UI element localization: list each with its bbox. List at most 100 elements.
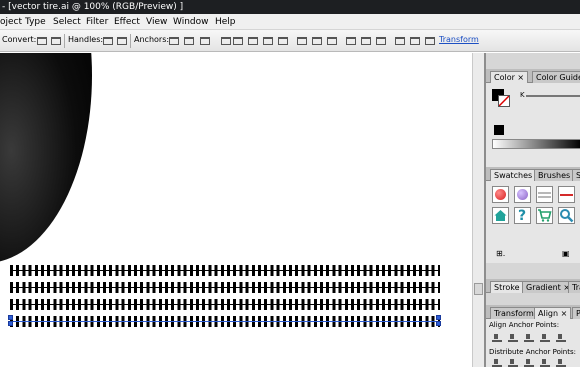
convert-to-corner-icon[interactable]: [36, 35, 47, 46]
stripes-icon[interactable]: [536, 186, 553, 203]
red-sphere-icon[interactable]: [492, 186, 509, 203]
show-handles-icon[interactable]: [102, 35, 113, 46]
swatches-panel: ? ⊞. ▣: [486, 181, 580, 263]
tab-brushes[interactable]: Brushes: [534, 169, 575, 181]
tab-color-guide[interactable]: Color Guide: [532, 71, 580, 83]
distribute-anchor-bottom-icon[interactable]: [524, 358, 534, 367]
menu-bar: oject Type Select Filter Effect View Win…: [0, 14, 580, 30]
control-bar: Convert: Handles: Anchors: Transform: [0, 30, 580, 52]
distribute-anchor-hcenter-icon[interactable]: [556, 358, 566, 367]
swatches-panel-tabs: Swatches Brushes S: [486, 167, 580, 181]
cart-icon[interactable]: [536, 207, 553, 224]
align-anchor-top-icon[interactable]: [540, 333, 550, 342]
distribute-anchor-top-icon[interactable]: [492, 358, 502, 367]
tab-align[interactable]: Align ×: [534, 307, 572, 319]
scrollbar-thumb[interactable]: [474, 283, 483, 295]
question-glyph: ?: [518, 208, 527, 224]
distribute-anchor-vcenter-icon[interactable]: [508, 358, 518, 367]
red-line-icon[interactable]: [558, 186, 575, 203]
menu-object[interactable]: oject: [0, 16, 22, 28]
menu-type[interactable]: Type: [25, 16, 46, 28]
tread-row[interactable]: [10, 282, 440, 293]
anchor-point-right-bottom[interactable]: [436, 321, 441, 326]
align-anchor-vcenter-icon[interactable]: [556, 333, 566, 342]
home-icon[interactable]: [492, 207, 509, 224]
anchor-point-left-bottom[interactable]: [8, 321, 13, 326]
selection-path: [10, 321, 440, 322]
align-anchor-hcenter-icon[interactable]: [508, 333, 518, 342]
vertical-scrollbar[interactable]: [472, 53, 484, 367]
k-slider[interactable]: [526, 95, 580, 97]
window-title: - [vector tire.ai @ 100% (RGB/Preview) ]: [2, 2, 184, 12]
distribute-anchor-left-icon[interactable]: [540, 358, 550, 367]
align-hcenter-icon[interactable]: [262, 35, 273, 46]
panel-dock: Color × Color Guide K Swatches Brushes S…: [484, 53, 580, 367]
magnifier-icon[interactable]: [558, 207, 575, 224]
distribute-right-icon[interactable]: [424, 35, 435, 46]
hide-handles-icon[interactable]: [116, 35, 127, 46]
remove-anchor-icon[interactable]: [168, 35, 179, 46]
tab-swatches[interactable]: Swatches: [490, 169, 537, 181]
distribute-hcenter-icon[interactable]: [409, 35, 420, 46]
new-swatch-icon[interactable]: ▣: [562, 249, 570, 258]
tab-symbols[interactable]: S: [572, 169, 580, 181]
menu-window[interactable]: Window: [173, 16, 209, 28]
tread-row[interactable]: [10, 265, 440, 276]
home-glyph: [494, 210, 507, 221]
tab-color[interactable]: Color ×: [490, 71, 529, 83]
help-sphere-icon[interactable]: [514, 186, 531, 203]
menu-filter[interactable]: Filter: [86, 16, 108, 28]
color-ramp[interactable]: [492, 139, 580, 149]
tab-transparency[interactable]: Tra: [568, 281, 580, 293]
color-panel-tabs: Color × Color Guide: [486, 69, 580, 83]
k-label: K: [520, 91, 525, 99]
handles-label: Handles:: [68, 35, 104, 44]
align-left-icon[interactable]: [247, 35, 258, 46]
dropdown-icon[interactable]: [232, 35, 243, 46]
document-canvas[interactable]: [0, 53, 472, 367]
distribute-vcenter-icon[interactable]: [360, 35, 371, 46]
tire-artwork[interactable]: [0, 53, 92, 263]
reference-point-icon[interactable]: [220, 35, 231, 46]
convert-label: Convert:: [2, 35, 37, 44]
distribute-left-icon[interactable]: [394, 35, 405, 46]
menu-select[interactable]: Select: [53, 16, 81, 28]
distribute-anchor-label: Distribute Anchor Points:: [489, 348, 576, 356]
tab-stroke[interactable]: Stroke: [490, 281, 524, 293]
window-title-bar: - [vector tire.ai @ 100% (RGB/Preview) ]: [0, 0, 580, 14]
tab-pathfinder[interactable]: P: [572, 307, 580, 319]
align-anchor-right-icon[interactable]: [524, 333, 534, 342]
stroke-swatch[interactable]: [498, 95, 510, 107]
anchor-point-left-top[interactable]: [8, 315, 13, 320]
menu-effect[interactable]: Effect: [114, 16, 140, 28]
question-icon[interactable]: ?: [514, 207, 531, 224]
align-right-icon[interactable]: [277, 35, 288, 46]
tread-row[interactable]: [10, 299, 440, 310]
align-bottom-icon[interactable]: [326, 35, 337, 46]
align-anchor-label: Align Anchor Points:: [489, 321, 560, 329]
tread-teeth: [10, 282, 440, 293]
distribute-top-icon[interactable]: [345, 35, 356, 46]
swatch-library-icon[interactable]: ⊞.: [496, 249, 505, 258]
menu-help[interactable]: Help: [215, 16, 236, 28]
black-swatch[interactable]: [494, 125, 504, 135]
anchor-point-right-top[interactable]: [436, 315, 441, 320]
connect-anchors-icon[interactable]: [199, 35, 210, 46]
cut-path-icon[interactable]: [183, 35, 194, 46]
distribute-bottom-icon[interactable]: [375, 35, 386, 46]
align-vcenter-icon[interactable]: [311, 35, 322, 46]
tab-color-label: Color: [494, 73, 515, 82]
tread-teeth: [10, 265, 440, 276]
convert-to-smooth-icon[interactable]: [50, 35, 61, 46]
tread-teeth: [10, 299, 440, 310]
align-panel-tabs: Transform Align × P: [486, 305, 580, 319]
menu-view[interactable]: View: [146, 16, 167, 28]
align-panel: Align Anchor Points: Distribute Anchor P…: [486, 319, 580, 367]
align-anchor-left-icon[interactable]: [492, 333, 502, 342]
transform-link[interactable]: Transform: [439, 35, 479, 44]
anchors-label: Anchors:: [134, 35, 170, 44]
align-top-icon[interactable]: [296, 35, 307, 46]
tab-align-label: Align: [538, 309, 559, 318]
tab-gradient[interactable]: Gradient ×: [522, 281, 575, 293]
tab-transform[interactable]: Transform: [490, 307, 538, 319]
